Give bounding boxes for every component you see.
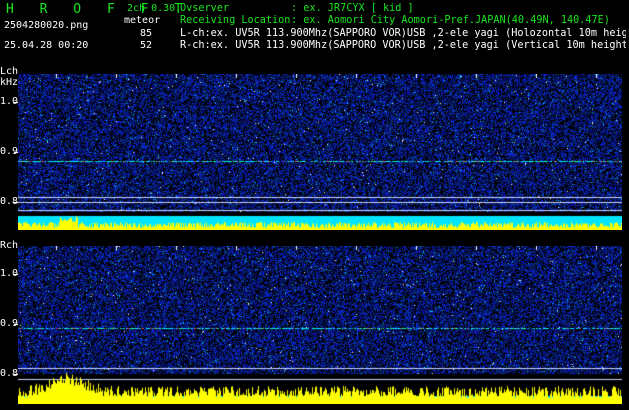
rch-channel-label: Rch [0, 240, 19, 251]
meteor-count-lch: 85 [139, 28, 152, 39]
filename-label: 2504280020.png [4, 20, 89, 31]
lch-channel-label: Lch [0, 66, 19, 77]
observer-label: Ovserver [180, 3, 230, 14]
observer-value: : ex. JR7CYX [ kid ] [291, 3, 414, 14]
lch-description: L-ch:ex. UV5R 113.900Mhz(SAPPORO VOR)USB… [180, 28, 626, 39]
lch-unit-label: kHz [0, 77, 19, 88]
datetime-label: 25.04.28 00:20 [4, 40, 89, 51]
meteor-label: meteor [124, 15, 161, 26]
location-label: Receiving Location [180, 15, 291, 26]
meteor-count-rch: 52 [139, 40, 152, 51]
location-value: : ex. Aomori City Aomori-Pref.JAPAN(40.4… [291, 15, 610, 26]
lch-spectrogram [18, 74, 622, 230]
rch-description: R-ch:ex. UV5R 113.900Mhz(SAPPORO VOR)USB… [180, 40, 626, 51]
rch-spectrogram [18, 246, 622, 404]
version-label: 2ch 0.30 [127, 3, 176, 14]
